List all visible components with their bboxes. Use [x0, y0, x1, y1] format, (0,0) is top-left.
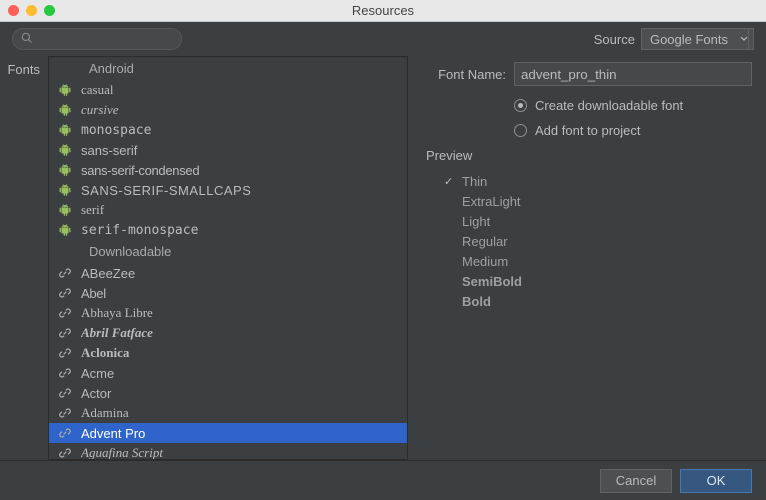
link-icon	[57, 405, 73, 421]
android-icon	[57, 202, 73, 218]
font-option[interactable]: Create downloadable font	[514, 98, 752, 113]
font-row[interactable]: cursive	[49, 100, 407, 120]
link-icon	[57, 345, 73, 361]
android-icon	[57, 82, 73, 98]
preview-weight-label: Regular	[462, 234, 508, 249]
fonts-label: Fonts	[0, 56, 48, 460]
window-title: Resources	[0, 3, 766, 18]
android-icon	[57, 222, 73, 238]
font-row-label: SANS-SERIF-SMALLCAPS	[81, 183, 407, 198]
link-icon	[57, 445, 73, 459]
font-row[interactable]: SANS-SERIF-SMALLCAPS	[49, 180, 407, 200]
radio-label: Create downloadable font	[535, 98, 683, 113]
link-icon	[57, 325, 73, 341]
font-row-label: serif	[81, 202, 407, 218]
titlebar: Resources	[0, 0, 766, 22]
link-icon	[57, 305, 73, 321]
radio-icon	[514, 99, 527, 112]
search-icon	[21, 32, 33, 47]
font-row-label: casual	[81, 82, 407, 98]
font-row[interactable]: Acme	[49, 363, 407, 383]
font-row[interactable]: Abel	[49, 283, 407, 303]
check-icon: ✓	[444, 175, 456, 188]
ok-button[interactable]: OK	[680, 469, 752, 493]
preview-weight-label: ExtraLight	[462, 194, 521, 209]
preview-weight-label: SemiBold	[462, 274, 522, 289]
android-icon	[57, 102, 73, 118]
font-row[interactable]: sans-serif	[49, 140, 407, 160]
link-icon	[57, 285, 73, 301]
fonts-list-panel: Android casual cursive monospace sans-serif s…	[48, 56, 408, 460]
source-dropdown[interactable]: Google Fonts	[641, 28, 754, 50]
font-row-label: Abril Fatface	[81, 325, 407, 341]
link-icon	[57, 385, 73, 401]
toolbar: Source Google Fonts	[0, 22, 766, 56]
font-row[interactable]: Aclonica	[49, 343, 407, 363]
search-input[interactable]	[37, 32, 192, 46]
font-row[interactable]: monospace	[49, 120, 407, 140]
font-row[interactable]: ABeeZee	[49, 263, 407, 283]
link-icon	[57, 425, 73, 441]
preview-label: Preview	[426, 148, 752, 163]
preview-weight[interactable]: ExtraLight	[444, 191, 752, 211]
font-row[interactable]: Adamina	[49, 403, 407, 423]
font-row-label: Acme	[81, 366, 407, 381]
font-row[interactable]: Aguafina Script	[49, 443, 407, 459]
font-row-label: Abhaya Libre	[81, 305, 407, 321]
font-row[interactable]: sans-serif-condensed	[49, 160, 407, 180]
font-row[interactable]: Advent Pro	[49, 423, 407, 443]
font-row-label: Aclonica	[81, 345, 407, 361]
font-row-label: cursive	[81, 102, 407, 118]
android-icon	[57, 182, 73, 198]
font-row-label: sans-serif-condensed	[81, 163, 407, 178]
preview-weight-label: Medium	[462, 254, 508, 269]
android-icon	[57, 142, 73, 158]
details-panel: Font Name: Create downloadable font Add f…	[408, 56, 766, 460]
font-row[interactable]: Abhaya Libre	[49, 303, 407, 323]
group-header: Downloadable	[49, 240, 407, 263]
font-row-label: Actor	[81, 386, 407, 401]
preview-weight[interactable]: Bold	[444, 291, 752, 311]
group-header: Android	[49, 57, 407, 80]
font-row-label: Abel	[81, 286, 407, 301]
font-row-label: sans-serif	[81, 143, 407, 158]
cancel-button[interactable]: Cancel	[600, 469, 672, 493]
font-row-label: Aguafina Script	[81, 445, 407, 459]
search-input-wrapper[interactable]	[12, 28, 182, 50]
font-row-label: ABeeZee	[81, 266, 407, 281]
chevron-down-icon	[734, 29, 749, 49]
link-icon	[57, 365, 73, 381]
preview-weight[interactable]: ✓ Thin	[444, 171, 752, 191]
font-row[interactable]: serif-monospace	[49, 220, 407, 240]
font-row[interactable]: serif	[49, 200, 407, 220]
font-row-label: Advent Pro	[81, 426, 407, 441]
preview-weight[interactable]: Medium	[444, 251, 752, 271]
font-row-label: serif-monospace	[81, 223, 407, 238]
android-icon	[57, 122, 73, 138]
android-icon	[57, 162, 73, 178]
fonts-list[interactable]: Android casual cursive monospace sans-serif s…	[49, 57, 407, 459]
preview-list: ✓ Thin ExtraLight Light Regular Medium SemiBol…	[444, 171, 752, 311]
preview-weight[interactable]: Regular	[444, 231, 752, 251]
preview-weight[interactable]: SemiBold	[444, 271, 752, 291]
font-row[interactable]: casual	[49, 80, 407, 100]
font-row-label: monospace	[81, 123, 407, 138]
preview-weight-label: Thin	[462, 174, 487, 189]
dialog-footer: Cancel OK	[0, 460, 766, 500]
font-option[interactable]: Add font to project	[514, 123, 752, 138]
font-row-label: Adamina	[81, 405, 407, 421]
radio-label: Add font to project	[535, 123, 641, 138]
font-row[interactable]: Actor	[49, 383, 407, 403]
preview-weight[interactable]: Light	[444, 211, 752, 231]
font-row[interactable]: Abril Fatface	[49, 323, 407, 343]
radio-icon	[514, 124, 527, 137]
source-label: Source	[594, 32, 635, 47]
font-name-label: Font Name:	[426, 67, 506, 82]
preview-weight-label: Light	[462, 214, 490, 229]
preview-weight-label: Bold	[462, 294, 491, 309]
source-value: Google Fonts	[650, 32, 728, 47]
link-icon	[57, 265, 73, 281]
font-name-input[interactable]	[514, 62, 752, 86]
